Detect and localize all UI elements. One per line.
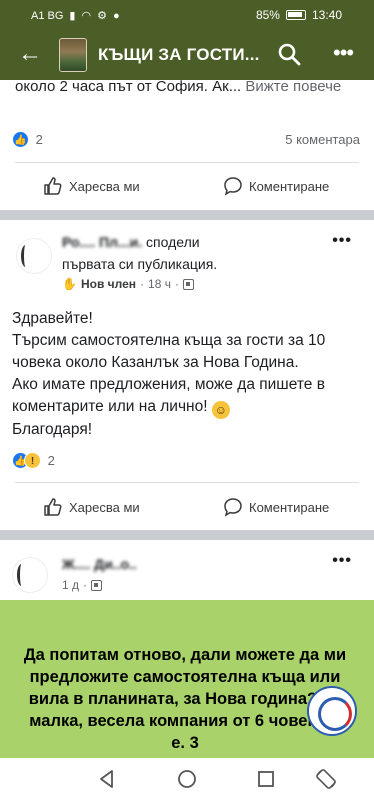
previous-post-text: около 2 часа път от София. Ак... Вижте п… [15, 78, 365, 97]
avatar[interactable] [16, 238, 52, 274]
post-separator [0, 210, 374, 220]
thumbs-up-icon [44, 177, 62, 195]
author-name[interactable]: Ж.... Ди..о.. [62, 556, 137, 572]
post-time[interactable]: 18 ч [148, 277, 171, 291]
reaction-count: 2 [47, 453, 55, 469]
comment-label: Коментиране [249, 178, 330, 194]
rotate-screen-icon[interactable] [315, 768, 337, 790]
post-meta: ✋ Нов член · 18 ч · [62, 277, 194, 291]
back-arrow-icon[interactable]: ← [18, 41, 42, 67]
divider [15, 482, 359, 483]
post-author-line: Ж.... Ди..о.. [62, 556, 137, 572]
clock: 13:40 [311, 8, 342, 22]
carrier-label: A1 BG [31, 9, 64, 22]
meta-dot: · [83, 578, 88, 592]
author-action-cont: първата си публикация. [62, 256, 218, 272]
post-body-line: Здравейте! [12, 310, 93, 327]
settings-icon: ⚙ [97, 10, 107, 22]
group-thumbnail[interactable] [59, 38, 87, 72]
search-icon[interactable] [277, 42, 301, 66]
battery-percent: 85% [255, 8, 280, 22]
post-author-line: Ро.... Пл...и. сподели [62, 234, 200, 250]
seal-logo-icon [307, 686, 357, 736]
system-nav-bar [0, 758, 374, 800]
app-header: ← КЪЩИ ЗА ГОСТИ... ••• [0, 30, 374, 80]
audience-icon [91, 579, 103, 591]
post-body: Здравейте! Търсим самостоятелна къща за … [12, 308, 364, 441]
battery-icon [285, 10, 306, 20]
previous-post-reactions[interactable]: 👍 2 5 коментара [12, 131, 364, 151]
post-meta: 1 д · [62, 578, 103, 592]
comment-icon [224, 177, 242, 196]
more-icon[interactable]: ••• [333, 42, 354, 64]
like-button[interactable]: Харесва ми [43, 176, 140, 196]
smile-emoji-icon: ☺ [211, 401, 230, 419]
post-reactions[interactable]: 👍! 2 [12, 452, 364, 472]
author-name[interactable]: Ро.... Пл...и. [62, 234, 142, 250]
post-body-line: Търсим самостоятелна къща за гости за 10… [12, 332, 326, 371]
signal-icon: ▮ [69, 10, 76, 22]
previous-post-snippet: около 2 часа път от София. Ак... [15, 78, 242, 95]
divider [15, 162, 359, 163]
like-button[interactable]: Харесва ми [43, 497, 140, 517]
thumbs-up-icon [44, 498, 62, 516]
like-reaction-icon: 👍 [12, 131, 29, 149]
comment-label: Коментиране [249, 499, 330, 515]
post-body-line: Благодаря! [12, 421, 93, 438]
comment-button[interactable]: Коментиране [223, 176, 329, 196]
comments-count[interactable]: 5 коментара [285, 132, 360, 147]
post-author-action-cont: първата си публикация. [62, 256, 217, 272]
status-bar: A1 BG ▮ ◠ ⚙ ● 85% 13:40 [0, 0, 374, 30]
colored-text-post[interactable]: Да попитам отново, дали можете да ми пре… [0, 600, 374, 758]
see-more-link[interactable]: Вижте повече [245, 78, 341, 95]
reaction-count: 2 [35, 132, 43, 148]
colored-post-text: Да попитам отново, дали можете да ми пре… [23, 646, 347, 752]
post-options-icon[interactable]: ••• [332, 552, 352, 570]
status-left: A1 BG ▮ ◠ ⚙ ● [31, 9, 120, 23]
post-options-icon[interactable]: ••• [332, 232, 352, 250]
like-label: Харесва ми [69, 499, 140, 515]
nav-back-icon[interactable] [96, 768, 118, 790]
nav-recents-icon[interactable] [255, 768, 277, 790]
like-label: Харесва ми [69, 178, 140, 194]
author-action-text: сподели [146, 234, 200, 250]
messenger-icon: ● [112, 9, 120, 22]
new-member-icon: ✋ [62, 277, 77, 291]
audience-icon [182, 278, 194, 290]
post-actions: Харесва ми Коментиране [0, 493, 374, 523]
wifi-icon: ◠ [81, 10, 92, 22]
group-title[interactable]: КЪЩИ ЗА ГОСТИ... [98, 45, 260, 65]
wow-reaction-icon: ! [24, 452, 41, 470]
post-time[interactable]: 1 д [62, 578, 79, 592]
previous-post-actions: Харесва ми Коментиране [0, 172, 374, 202]
post-separator [0, 530, 374, 540]
nav-home-icon[interactable] [176, 768, 198, 790]
meta-dot-2: · [174, 277, 179, 291]
status-right: 85% 13:40 [256, 8, 342, 22]
comment-button[interactable]: Коментиране [223, 497, 329, 517]
meta-dot: · [140, 277, 145, 291]
member-badge: Нов член [80, 277, 137, 291]
avatar[interactable] [12, 557, 48, 593]
comment-icon [224, 498, 242, 517]
post-body-line: Ако имате предложения, може да пишете в … [12, 376, 325, 419]
